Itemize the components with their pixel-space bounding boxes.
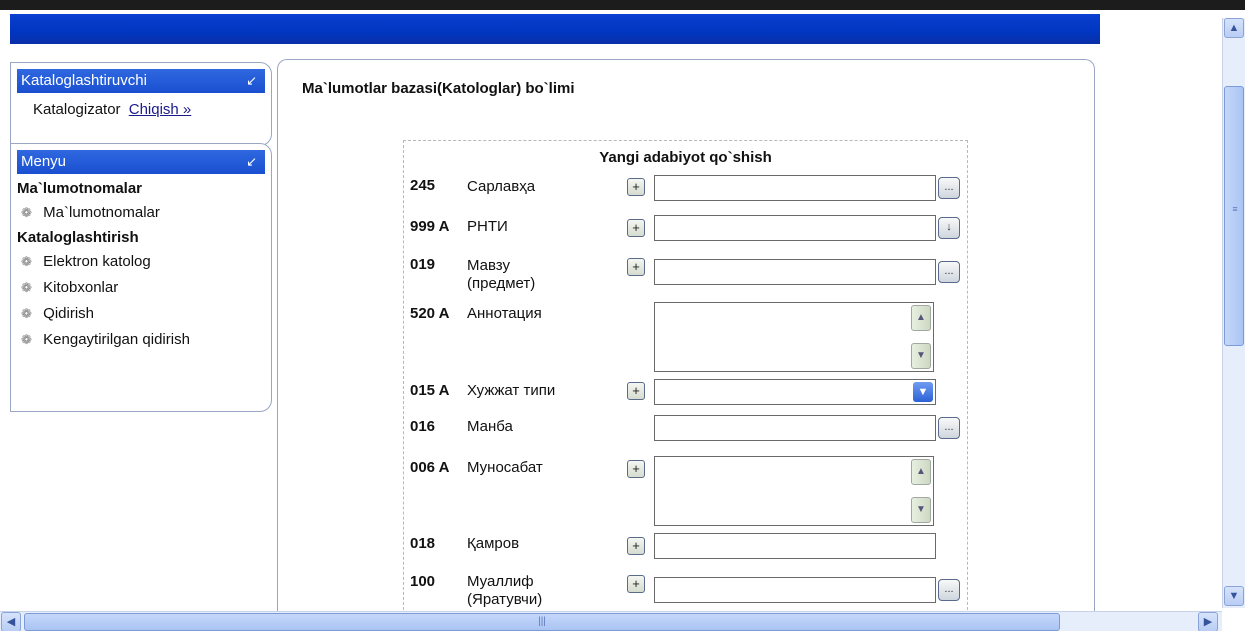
ellipsis-button[interactable]: ...: [938, 579, 960, 601]
add-button[interactable]: +: [627, 219, 645, 237]
down-arrow-icon[interactable]: ↓: [938, 217, 960, 239]
menu-item-qidirish[interactable]: ❁ Qidirish: [11, 304, 271, 324]
field-label: Қамров: [467, 535, 520, 552]
main-panel: Ma`lumotlar bazasi(Katologlar) bo`limi Y…: [277, 59, 1095, 620]
field-code: 520 A: [410, 305, 450, 322]
field-label: Мавзу (предмет): [467, 257, 536, 292]
source-input[interactable]: [654, 415, 936, 441]
scope-input[interactable]: [654, 533, 936, 559]
menu-item-malumotnomalar[interactable]: ❁ Ma`lumotnomalar: [11, 203, 271, 223]
field-code: 245: [410, 177, 436, 194]
field-code: 006 A: [410, 459, 450, 476]
menu-section-heading: Ma`lumotnomalar: [17, 180, 143, 197]
horizontal-scrollbar[interactable]: ◀ ||| ▶: [0, 611, 1222, 632]
scroll-left-icon[interactable]: ◀: [1, 612, 21, 632]
collapse-arrow-icon[interactable]: ↙: [246, 150, 257, 174]
field-code: 015 A: [410, 382, 450, 399]
field-code: 100: [410, 573, 436, 590]
window-bottom: [0, 631, 1245, 639]
field-label: Муаллиф (Яратувчи): [467, 573, 543, 608]
relation-textarea[interactable]: ▲ ▼: [654, 456, 934, 526]
title-input[interactable]: [654, 175, 936, 201]
scroll-right-icon[interactable]: ▶: [1198, 612, 1218, 632]
add-button[interactable]: +: [627, 382, 645, 400]
scroll-down-icon[interactable]: ▼: [1224, 586, 1244, 606]
add-button[interactable]: +: [627, 575, 645, 593]
menu-item-label: Elektron katolog: [43, 253, 151, 270]
collapse-arrow-icon[interactable]: ↙: [246, 69, 257, 93]
field-label: РНТИ: [467, 218, 508, 235]
field-label: Манба: [467, 418, 513, 435]
field-code: 018: [410, 535, 436, 552]
menu-item-elektron-katolog[interactable]: ❁ Elektron katolog: [11, 252, 271, 272]
menu-item-label: Kitobxonlar: [43, 279, 119, 296]
window-top-border: [0, 0, 1245, 10]
scroll-up-icon[interactable]: ▲: [911, 459, 931, 485]
add-button[interactable]: +: [627, 258, 645, 276]
field-label: Сарлавҳа: [467, 178, 536, 195]
ellipsis-button[interactable]: ...: [938, 261, 960, 283]
books-icon: ❁: [21, 280, 32, 295]
menu-item-label: Qidirish: [43, 305, 95, 322]
scroll-down-icon[interactable]: ▼: [911, 343, 931, 369]
grip-icon: ≡: [1232, 204, 1238, 214]
user-name: Katalogizator: [33, 101, 121, 118]
add-button[interactable]: +: [627, 537, 645, 555]
document-type-select[interactable]: ▼: [654, 379, 936, 405]
top-banner: [10, 14, 1100, 44]
user-panel-title: Kataloglashtiruvchi: [21, 72, 147, 89]
menu-item-kitobxonlar[interactable]: ❁ Kitobxonlar: [11, 278, 271, 298]
author-input[interactable]: [654, 577, 936, 603]
new-item-form: Yangi adabiyot qo`shish 245 Сарлавҳа + .…: [403, 140, 968, 620]
ellipsis-button[interactable]: ...: [938, 177, 960, 199]
subject-input[interactable]: [654, 259, 936, 285]
scroll-up-icon[interactable]: ▲: [911, 305, 931, 331]
logout-link[interactable]: Chiqish »: [129, 101, 192, 118]
grnti-input[interactable]: [654, 215, 936, 241]
scroll-down-icon[interactable]: ▼: [911, 497, 931, 523]
vertical-scroll-thumb[interactable]: ≡: [1224, 86, 1244, 346]
books-icon: ❁: [21, 306, 32, 321]
annotation-textarea[interactable]: ▲ ▼: [654, 302, 934, 372]
horizontal-scroll-thumb[interactable]: |||: [24, 613, 1060, 631]
field-label: Муносабат: [467, 459, 543, 476]
right-blank-area: [1100, 14, 1218, 609]
menu-item-label: Ma`lumotnomalar: [43, 204, 160, 221]
menu-panel: Menyu ↙ Ma`lumotnomalar ❁ Ma`lumotnomala…: [10, 143, 272, 412]
menu-panel-header: Menyu ↙: [17, 150, 265, 174]
user-info: Katalogizator Chiqish »: [11, 93, 271, 118]
page-title: Ma`lumotlar bazasi(Katologlar) bo`limi: [302, 80, 575, 97]
field-label: Хужжат типи: [467, 382, 556, 399]
menu-section-heading: Kataloglashtirish: [17, 229, 139, 246]
books-icon: ❁: [21, 205, 32, 220]
add-button[interactable]: +: [627, 178, 645, 196]
field-label: Аннотация: [467, 305, 542, 322]
menu-item-kengaytirilgan-qidirish[interactable]: ❁ Kengaytirilgan qidirish: [11, 330, 271, 350]
user-panel-header: Kataloglashtiruvchi ↙: [17, 69, 265, 93]
user-panel: Kataloglashtiruvchi ↙ Katalogizator Chiq…: [10, 62, 272, 146]
scroll-up-icon[interactable]: ▲: [1224, 18, 1244, 38]
menu-item-label: Kengaytirilgan qidirish: [43, 331, 190, 348]
field-code: 019: [410, 256, 436, 273]
field-code: 999 A: [410, 218, 450, 235]
form-title: Yangi adabiyot qo`shish: [599, 149, 772, 166]
books-icon: ❁: [21, 254, 32, 269]
field-code: 016: [410, 418, 436, 435]
ellipsis-button[interactable]: ...: [938, 417, 960, 439]
add-button[interactable]: +: [627, 460, 645, 478]
books-icon: ❁: [21, 332, 32, 347]
vertical-scrollbar[interactable]: ▲ ≡ ▼: [1222, 18, 1245, 608]
menu-panel-title: Menyu: [21, 153, 67, 170]
dropdown-arrow-icon[interactable]: ▼: [913, 382, 933, 402]
